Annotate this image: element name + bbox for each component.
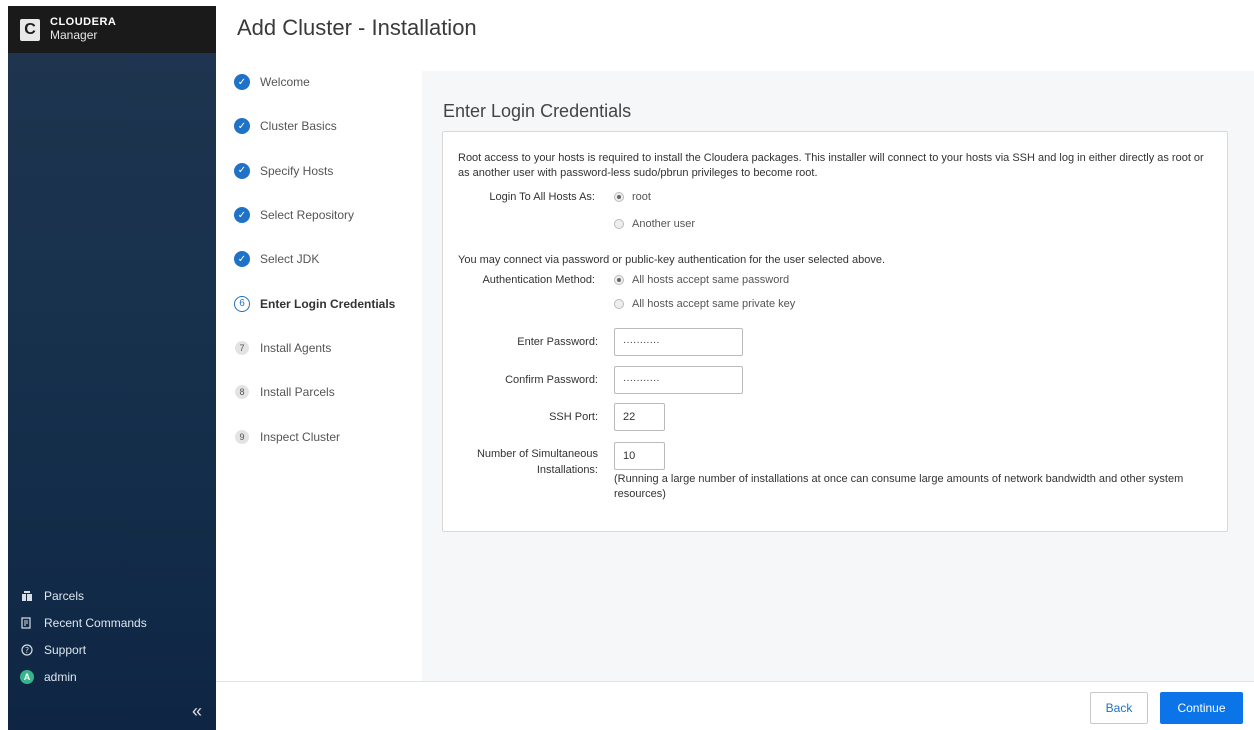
enter-password-field[interactable]: ··········· <box>614 328 743 356</box>
help-icon: ? <box>20 643 34 657</box>
step-label: Enter Login Credentials <box>260 296 396 311</box>
page-title: Add Cluster - Installation <box>237 15 477 40</box>
confirm-password-label: Confirm Password: <box>505 374 598 386</box>
radio-selected-icon <box>614 275 624 285</box>
brand-header[interactable]: C CLOUDERA Manager <box>8 6 216 53</box>
simultaneous-note: (Running a large number of installations… <box>614 473 1184 500</box>
sidebar: C CLOUDERA Manager Parcels Recent Comman… <box>8 6 216 730</box>
radio-label: All hosts accept same password <box>632 274 790 286</box>
sidebar-item-parcels[interactable]: Parcels <box>8 582 216 609</box>
radio-label: Another user <box>632 218 695 230</box>
collapse-sidebar-icon[interactable]: « <box>192 701 202 722</box>
svg-text:?: ? <box>25 646 29 655</box>
radio-unselected-icon <box>614 299 624 309</box>
parcels-icon <box>20 589 34 603</box>
radio-label: All hosts accept same private key <box>632 298 796 310</box>
sidebar-item-admin[interactable]: A admin <box>8 663 216 690</box>
avatar: A <box>20 669 34 684</box>
step-label: Select JDK <box>260 252 320 267</box>
step-label: Cluster Basics <box>260 119 337 134</box>
step-number: 6 <box>234 295 250 312</box>
step-label: Install Agents <box>260 340 332 355</box>
cloudera-logo-icon: C <box>20 18 40 41</box>
radio-selected-icon <box>614 192 624 202</box>
step-specify-hosts[interactable]: ✓ Specify Hosts <box>234 149 420 193</box>
credentials-card: Root access to your hosts is required to… <box>442 131 1228 532</box>
check-icon: ✓ <box>234 74 250 91</box>
simultaneous-label-line2: Installations: <box>536 464 598 476</box>
continue-button[interactable]: Continue <box>1160 692 1243 724</box>
step-number: 8 <box>235 385 249 400</box>
footer-bar: Back Continue <box>216 681 1254 730</box>
back-button[interactable]: Back <box>1090 692 1148 724</box>
enter-password-label: Enter Password: <box>517 336 598 348</box>
confirm-password-field[interactable]: ··········· <box>614 366 743 394</box>
step-label: Welcome <box>260 75 310 90</box>
sidebar-item-label: Support <box>44 642 87 657</box>
check-icon: ✓ <box>234 207 250 224</box>
auth-method-label: Authentication Method: <box>482 274 595 286</box>
check-icon: ✓ <box>234 251 250 268</box>
sidebar-bottom-links: Parcels Recent Commands ? Support A admi… <box>8 582 216 690</box>
step-cluster-basics[interactable]: ✓ Cluster Basics <box>234 104 420 148</box>
login-label: Login To All Hosts As: <box>489 191 595 203</box>
step-enter-login-credentials: 6 Enter Login Credentials <box>234 281 420 325</box>
sidebar-item-label: Recent Commands <box>44 615 147 630</box>
sidebar-item-recent-commands[interactable]: Recent Commands <box>8 609 216 636</box>
step-inspect-cluster: 9 Inspect Cluster <box>234 414 420 458</box>
brand-sub: Manager <box>50 27 98 42</box>
step-install-agents: 7 Install Agents <box>234 326 420 370</box>
step-label: Install Parcels <box>260 385 335 400</box>
auth-intro-text: You may connect via password or public-k… <box>458 254 886 266</box>
step-number: 9 <box>235 429 249 444</box>
radio-root[interactable]: root <box>614 191 651 203</box>
ssh-port-input[interactable]: 22 <box>614 403 665 431</box>
radio-same-password[interactable]: All hosts accept same password <box>614 274 789 286</box>
sidebar-item-label: Parcels <box>44 588 85 603</box>
step-label: Inspect Cluster <box>260 429 341 444</box>
check-icon: ✓ <box>234 118 250 135</box>
wizard-steps: ✓ Welcome ✓ Cluster Basics ✓ Specify Hos… <box>234 60 420 459</box>
radio-unselected-icon <box>614 219 624 229</box>
section-title: Enter Login Credentials <box>443 101 632 121</box>
commands-icon <box>20 616 34 630</box>
check-icon: ✓ <box>234 162 250 179</box>
sidebar-item-label: admin <box>44 669 77 684</box>
simultaneous-label-line1: Number of Simultaneous <box>476 448 598 460</box>
step-number: 7 <box>235 340 249 355</box>
step-label: Select Repository <box>260 208 355 223</box>
radio-another-user[interactable]: Another user <box>614 218 695 230</box>
step-select-jdk[interactable]: ✓ Select JDK <box>234 237 420 281</box>
main-content: Enter Login Credentials Root access to y… <box>422 71 1242 681</box>
ssh-port-label: SSH Port: <box>549 411 598 423</box>
step-label: Specify Hosts <box>260 163 334 178</box>
step-welcome[interactable]: ✓ Welcome <box>234 60 420 104</box>
intro-text: Root access to your hosts is required to… <box>458 152 1204 179</box>
step-install-parcels: 8 Install Parcels <box>234 370 420 414</box>
radio-label: root <box>632 191 651 203</box>
sidebar-item-support[interactable]: ? Support <box>8 636 216 663</box>
radio-same-private-key[interactable]: All hosts accept same private key <box>614 298 795 310</box>
step-select-repository[interactable]: ✓ Select Repository <box>234 193 420 237</box>
simultaneous-installations-input[interactable]: 10 <box>614 442 665 470</box>
